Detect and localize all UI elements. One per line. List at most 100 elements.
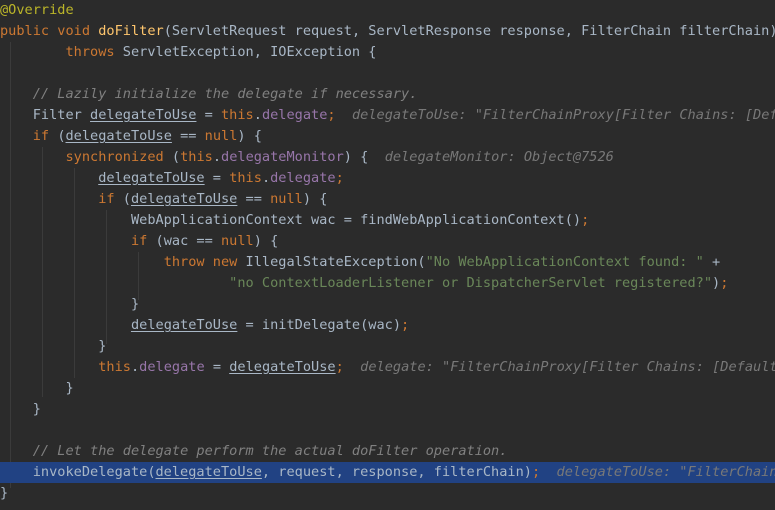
code-line[interactable]: }: [0, 483, 775, 504]
code-token: delegateToUse: [229, 359, 336, 375]
code-token: null: [270, 191, 303, 207]
code-token: delegateToUse: [90, 107, 197, 123]
code-token: delegateToUse: [155, 464, 262, 480]
code-token: "no ContextLoaderListener or DispatcherS…: [229, 275, 713, 291]
code-token: ) {: [237, 128, 262, 144]
code-token: (: [122, 191, 131, 207]
code-token: ;: [581, 212, 590, 228]
code-line[interactable]: if (delegateToUse == null) {: [0, 126, 775, 147]
code-line[interactable]: delegateToUse = this.delegate;: [0, 168, 775, 189]
code-token: IllegalStateException(: [245, 254, 426, 270]
code-line[interactable]: "no ContextLoaderListener or DispatcherS…: [0, 273, 775, 294]
code-token: delegate: [261, 107, 328, 123]
code-token: (wac ==: [155, 233, 221, 249]
code-token: this: [98, 359, 131, 375]
code-token: delegateToUse: [130, 191, 238, 207]
inline-debug-hint: delegateToUse: "FilterChain: [556, 464, 775, 480]
code-token: }: [0, 401, 41, 417]
code-token: delegateToUse: [65, 128, 172, 144]
code-line[interactable]: }: [0, 399, 775, 420]
code-line[interactable]: @Override: [0, 0, 775, 21]
code-line[interactable]: [0, 63, 775, 84]
code-line[interactable]: public void doFilter(ServletRequest requ…: [0, 21, 775, 42]
code-token: if: [130, 233, 156, 249]
code-token: .: [253, 107, 262, 123]
code-token: ) {: [343, 149, 385, 165]
code-line[interactable]: invokeDelegate(delegateToUse, request, r…: [0, 462, 775, 483]
code-line[interactable]: throw new IllegalStateException("No WebA…: [0, 252, 775, 273]
code-token: (: [57, 128, 66, 144]
code-token: delegateMonitor: [221, 149, 344, 165]
code-token: ) {: [253, 233, 279, 249]
code-token: ) {: [302, 191, 328, 207]
code-token: Filter: [0, 107, 91, 123]
code-token: }: [0, 296, 140, 312]
code-token: doFilter: [98, 23, 164, 39]
code-token: , request, response, filterChain): [261, 464, 532, 480]
code-token: .: [261, 170, 271, 186]
code-token: null: [204, 128, 238, 144]
inline-debug-hint: delegateToUse: "FilterChainProxy[Filter …: [351, 107, 775, 123]
code-line[interactable]: // Let the delegate perform the actual d…: [0, 441, 775, 462]
code-token: delegate: [270, 170, 336, 186]
code-token: =: [204, 359, 230, 375]
code-token: (: [171, 149, 181, 165]
code-token: if: [98, 191, 123, 207]
code-line[interactable]: [0, 420, 775, 441]
code-token: =: [204, 170, 230, 186]
code-token: synchronized: [65, 149, 172, 165]
code-token: =: [196, 107, 221, 123]
code-token: (ServletRequest request, ServletResponse…: [163, 23, 775, 39]
code-line[interactable]: throws ServletException, IOException {: [0, 42, 775, 63]
code-token: throw new: [163, 254, 246, 270]
code-line[interactable]: if (wac == null) {: [0, 231, 775, 252]
code-line[interactable]: }: [0, 336, 775, 357]
code-token: this: [229, 170, 262, 186]
code-token: throws: [65, 44, 123, 60]
code-token: ;: [720, 275, 729, 291]
code-line[interactable]: delegateToUse = initDelegate(wac);: [0, 315, 775, 336]
code-token: ): [712, 275, 721, 291]
code-line[interactable]: }: [0, 378, 775, 399]
code-token: ;: [335, 170, 344, 186]
code-line[interactable]: this.delegate = delegateToUse; delegate:…: [0, 357, 775, 378]
code-token: ==: [237, 191, 271, 207]
code-token: .: [130, 359, 140, 375]
code-token: delegateToUse: [98, 170, 205, 186]
code-token: ;: [531, 464, 541, 480]
code-line[interactable]: }: [0, 294, 775, 315]
code-line[interactable]: synchronized (this.delegateMonitor) { de…: [0, 147, 775, 168]
code-token: }: [0, 338, 107, 354]
code-token: ServletException, IOException {: [122, 44, 377, 60]
code-line[interactable]: if (delegateToUse == null) {: [0, 189, 775, 210]
code-token: ;: [335, 359, 344, 375]
code-line[interactable]: Filter delegateToUse = this.delegate; de…: [0, 105, 775, 126]
code-token: }: [0, 380, 74, 396]
code-token: this: [180, 149, 213, 165]
code-line[interactable]: WebApplicationContext wac = findWebAppli…: [0, 210, 775, 231]
code-token: }: [0, 485, 9, 501]
inline-debug-hint: delegate: "FilterChainProxy[Filter Chain…: [360, 359, 775, 375]
code-token: delegateToUse: [130, 317, 238, 333]
code-line[interactable]: // Lazily initialize the delegate if nec…: [0, 84, 775, 105]
code-token: WebApplicationContext wac = findWebAppli…: [0, 212, 582, 228]
code-token: ;: [401, 317, 410, 333]
code-token: // Let the delegate perform the actual d…: [32, 443, 508, 459]
code-editor[interactable]: @Override public void doFilter(ServletReq…: [0, 0, 775, 510]
code-token: "No WebApplicationContext found: ": [425, 254, 704, 270]
code-token: = initDelegate(wac): [237, 317, 402, 333]
inline-debug-hint: delegateMonitor: Object@7526: [384, 149, 614, 165]
